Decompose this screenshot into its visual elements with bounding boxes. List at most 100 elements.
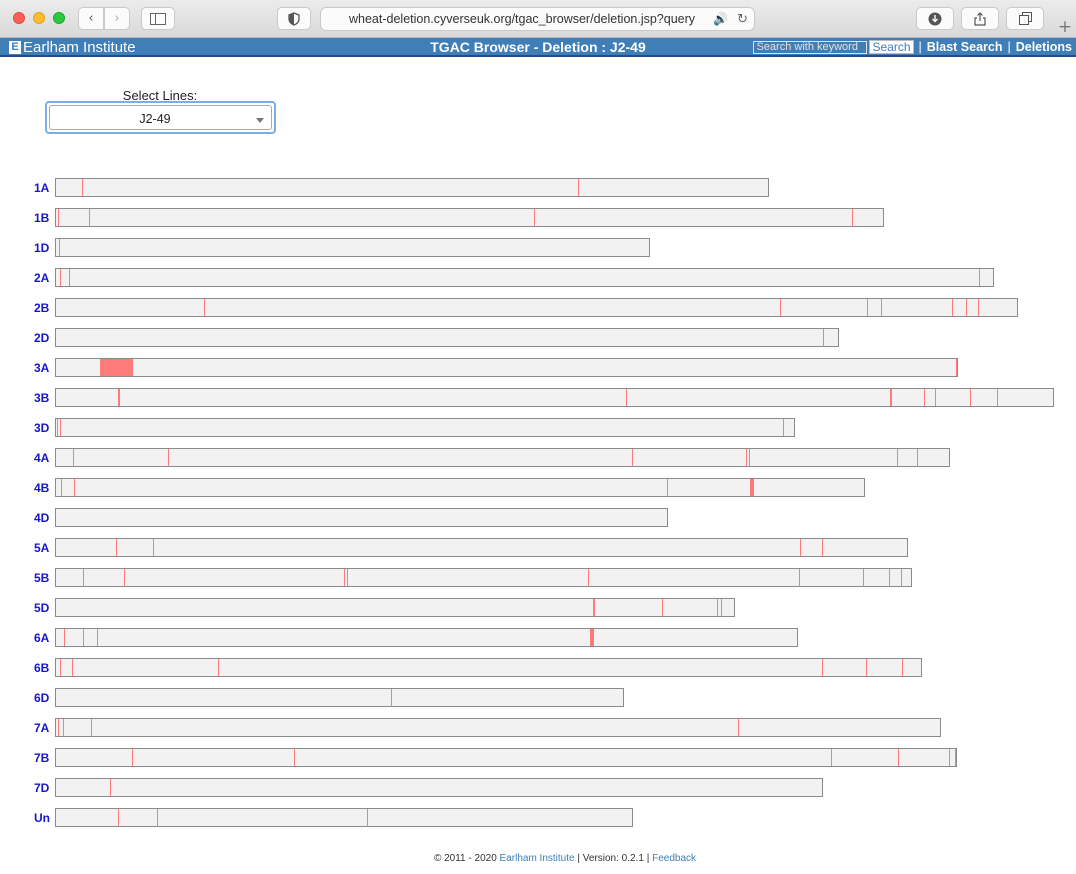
address-bar[interactable]: wheat-deletion.cyverseuk.org/tgac_browse…	[320, 7, 755, 31]
chromosome-label[interactable]: 4D	[34, 508, 49, 528]
deletion-marker[interactable]	[979, 269, 980, 286]
deletion-marker[interactable]	[58, 719, 59, 736]
deletion-marker[interactable]	[83, 569, 84, 586]
earlham-logo[interactable]: E Earlham Institute	[9, 39, 136, 56]
deletion-marker[interactable]	[626, 389, 627, 406]
chromosome-bar[interactable]	[55, 568, 912, 587]
chromosome-label[interactable]: 5B	[34, 568, 49, 588]
deletion-marker[interactable]	[57, 419, 58, 436]
search-button[interactable]: Search	[869, 40, 914, 54]
deletion-marker[interactable]	[867, 299, 868, 316]
deletion-marker[interactable]	[917, 449, 918, 466]
deletion-marker[interactable]	[204, 299, 205, 316]
downloads-button[interactable]	[916, 7, 954, 30]
chromosome-bar[interactable]	[55, 268, 994, 287]
deletion-marker[interactable]	[746, 449, 747, 466]
deletion-marker[interactable]	[60, 419, 61, 436]
chromosome-label[interactable]: 6B	[34, 658, 49, 678]
select-lines-dropdown[interactable]: J2-49	[45, 101, 276, 134]
chromosome-bar[interactable]	[55, 748, 957, 767]
chromosome-bar[interactable]	[55, 358, 958, 377]
deletion-marker[interactable]	[116, 539, 117, 556]
deletion-marker[interactable]	[218, 659, 219, 676]
chromosome-label[interactable]: 1D	[34, 238, 49, 258]
chromosome-label[interactable]: 3A	[34, 358, 49, 378]
deletion-marker[interactable]	[924, 389, 925, 406]
deletion-marker[interactable]	[89, 209, 90, 226]
deletion-marker[interactable]	[367, 809, 368, 826]
chromosome-bar[interactable]	[55, 328, 839, 347]
deletion-marker[interactable]	[63, 719, 64, 736]
deletion-marker[interactable]	[91, 719, 92, 736]
chromosome-label[interactable]: 7A	[34, 718, 49, 738]
deletion-marker[interactable]	[61, 479, 62, 496]
deletion-marker[interactable]	[74, 479, 75, 496]
deletion-marker[interactable]	[153, 539, 154, 556]
deletion-marker[interactable]	[118, 809, 119, 826]
deletion-marker[interactable]	[110, 779, 111, 796]
deletion-marker[interactable]	[978, 299, 979, 316]
deletion-marker[interactable]	[822, 659, 823, 676]
deletion-marker[interactable]	[863, 569, 864, 586]
earlham-institute-link[interactable]: Earlham Institute	[500, 853, 575, 864]
chromosome-bar[interactable]	[55, 208, 884, 227]
deletion-marker[interactable]	[157, 809, 158, 826]
deletion-marker[interactable]	[124, 569, 125, 586]
chromosome-bar[interactable]	[55, 808, 633, 827]
deletion-marker[interactable]	[881, 299, 882, 316]
deletion-marker[interactable]	[391, 689, 392, 706]
deletion-marker[interactable]	[822, 539, 823, 556]
tabs-overview-button[interactable]	[1006, 7, 1044, 30]
zoom-window-button[interactable]	[53, 12, 65, 24]
deletion-marker[interactable]	[717, 599, 718, 616]
deletion-marker[interactable]	[60, 659, 61, 676]
deletion-marker[interactable]	[749, 449, 750, 466]
chromosome-label[interactable]: 4A	[34, 448, 49, 468]
minimize-window-button[interactable]	[33, 12, 45, 24]
deletion-marker[interactable]	[898, 749, 899, 766]
deletion-marker[interactable]	[118, 389, 120, 406]
deletion-marker[interactable]	[69, 269, 70, 286]
deletion-marker[interactable]	[823, 329, 824, 346]
keyword-search-input[interactable]	[753, 40, 868, 54]
chromosome-bar[interactable]	[55, 448, 950, 467]
chromosome-bar[interactable]	[55, 298, 1018, 317]
chromosome-bar[interactable]	[55, 418, 795, 437]
deletion-marker[interactable]	[60, 269, 61, 286]
deletion-marker[interactable]	[588, 569, 589, 586]
speaker-icon[interactable]: 🔊	[713, 12, 728, 26]
chromosome-label[interactable]: 3B	[34, 388, 49, 408]
chromosome-bar[interactable]	[55, 718, 941, 737]
privacy-report-button[interactable]	[277, 7, 311, 30]
deletion-marker[interactable]	[800, 539, 801, 556]
deletion-marker[interactable]	[902, 659, 903, 676]
deletion-marker[interactable]	[632, 449, 633, 466]
chromosome-label[interactable]: 2A	[34, 268, 49, 288]
deletion-marker[interactable]	[890, 389, 892, 406]
chromosome-bar[interactable]	[55, 508, 668, 527]
deletion-marker[interactable]	[935, 389, 936, 406]
deletion-marker[interactable]	[662, 599, 663, 616]
chromosome-label[interactable]: 5D	[34, 598, 49, 618]
back-button[interactable]: ‹	[78, 7, 104, 30]
deletion-marker[interactable]	[667, 479, 668, 496]
chromosome-label[interactable]: 3D	[34, 418, 49, 438]
deletion-marker[interactable]	[168, 449, 169, 466]
deletion-marker[interactable]	[97, 629, 98, 646]
chromosome-label[interactable]: 6D	[34, 688, 49, 708]
deletion-marker[interactable]	[997, 389, 998, 406]
chromosome-bar[interactable]	[55, 478, 865, 497]
chromosome-bar[interactable]	[55, 388, 1054, 407]
deletion-marker[interactable]	[949, 749, 950, 766]
deletion-marker[interactable]	[82, 179, 83, 196]
chromosome-bar[interactable]	[55, 238, 650, 257]
deletion-marker[interactable]	[100, 359, 133, 376]
deletion-marker[interactable]	[132, 749, 133, 766]
deletion-marker[interactable]	[901, 569, 902, 586]
blast-search-link[interactable]: Blast Search	[927, 40, 1003, 54]
deletion-marker[interactable]	[897, 449, 898, 466]
select-lines-control[interactable]: J2-49	[49, 105, 272, 130]
deletion-marker[interactable]	[83, 629, 84, 646]
chromosome-label[interactable]: 1A	[34, 178, 49, 198]
deletion-marker[interactable]	[72, 659, 73, 676]
